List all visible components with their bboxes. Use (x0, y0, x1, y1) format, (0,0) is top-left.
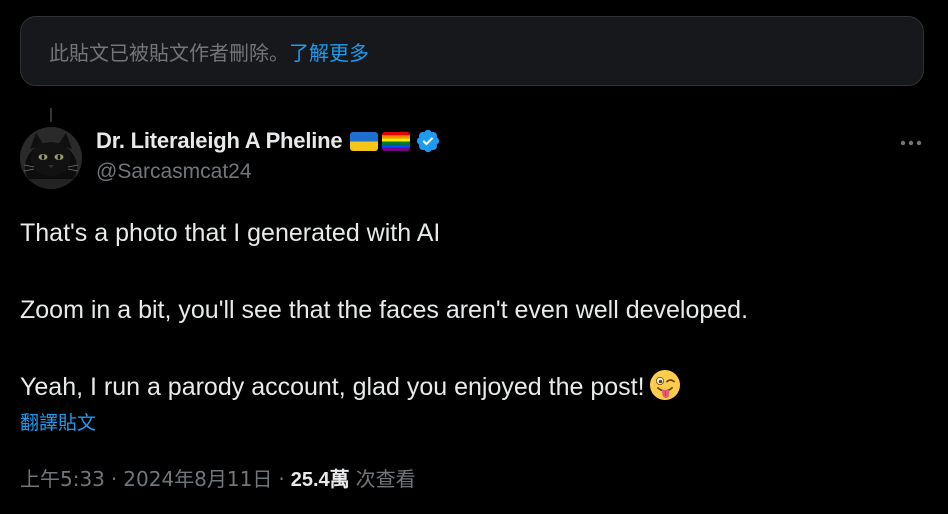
separator-dot: · (110, 467, 118, 491)
more-options-icon[interactable] (896, 128, 926, 158)
separator-dot: · (278, 467, 285, 491)
author-display-name[interactable]: Dr. Literaleigh A Pheline (96, 128, 343, 154)
black-cat-avatar-image (20, 127, 82, 189)
ukraine-flag-icon (350, 131, 379, 151)
author-handle[interactable]: @Sarcasmcat24 (96, 160, 252, 184)
author-name-row: Dr. Literaleigh A Pheline (96, 126, 441, 156)
post-time[interactable]: 上午5:33 (20, 463, 105, 492)
post-metadata: 上午5:33 · 2024年8月11日 · 25.4萬 次查看 (20, 463, 416, 492)
learn-more-link[interactable]: 了解更多 (289, 37, 369, 66)
thread-connector-line (50, 108, 52, 122)
tweet-line: Yeah, I run a parody account, glad you e… (20, 373, 645, 401)
deleted-post-notice: 此貼文已被貼文作者刪除。 了解更多 (20, 16, 924, 86)
deleted-notice-text: 此貼文已被貼文作者刪除。 (49, 40, 289, 65)
winking-face-with-tongue-icon (649, 369, 681, 401)
tweet-last-line: Yeah, I run a parody account, glad you e… (20, 368, 930, 407)
post-date[interactable]: 2024年8月11日 (123, 463, 272, 492)
pride-flag-icon (382, 131, 411, 151)
translate-post-link[interactable]: 翻譯貼文 (20, 408, 96, 435)
views-label: 次查看 (355, 467, 416, 491)
tweet-text: That's a photo that I generated with AI … (20, 214, 930, 407)
tweet-line: That's a photo that I generated with AI (20, 219, 441, 247)
tweet-line: Zoom in a bit, you'll see that the faces… (20, 296, 749, 324)
verified-badge-icon[interactable] (415, 128, 441, 154)
post-page: 此貼文已被貼文作者刪除。 了解更多 Dr. Literaleigh A Phel… (0, 0, 948, 514)
views-count: 25.4萬 (290, 469, 350, 491)
avatar[interactable] (20, 127, 82, 189)
